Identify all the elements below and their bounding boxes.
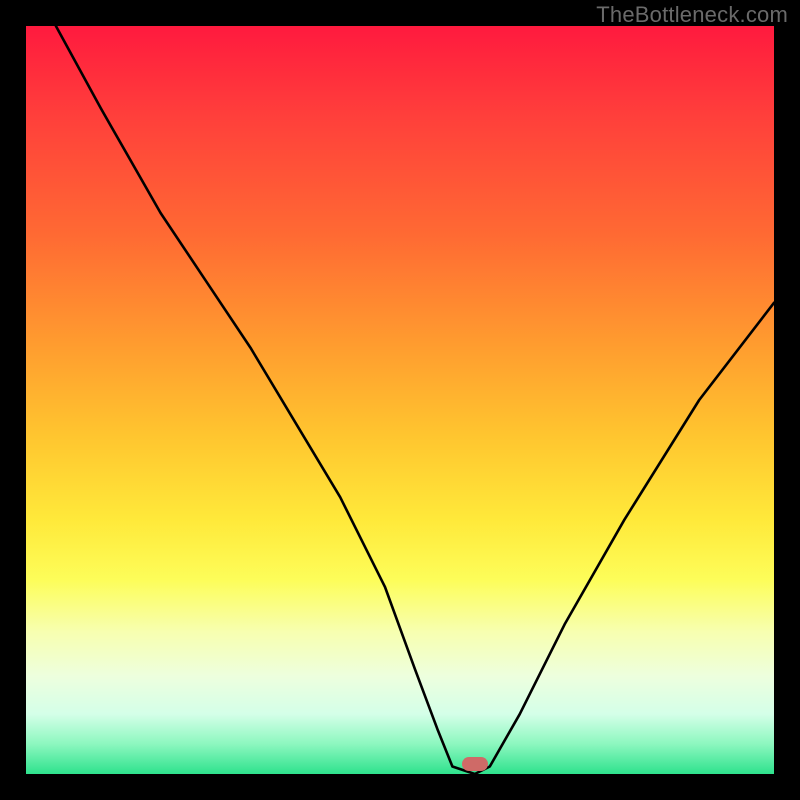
- minimum-marker: [462, 757, 488, 771]
- plot-area: [26, 26, 774, 774]
- watermark-text: TheBottleneck.com: [596, 2, 788, 28]
- curve-path: [56, 26, 774, 774]
- chart-frame: TheBottleneck.com: [0, 0, 800, 800]
- curve-svg: [26, 26, 774, 774]
